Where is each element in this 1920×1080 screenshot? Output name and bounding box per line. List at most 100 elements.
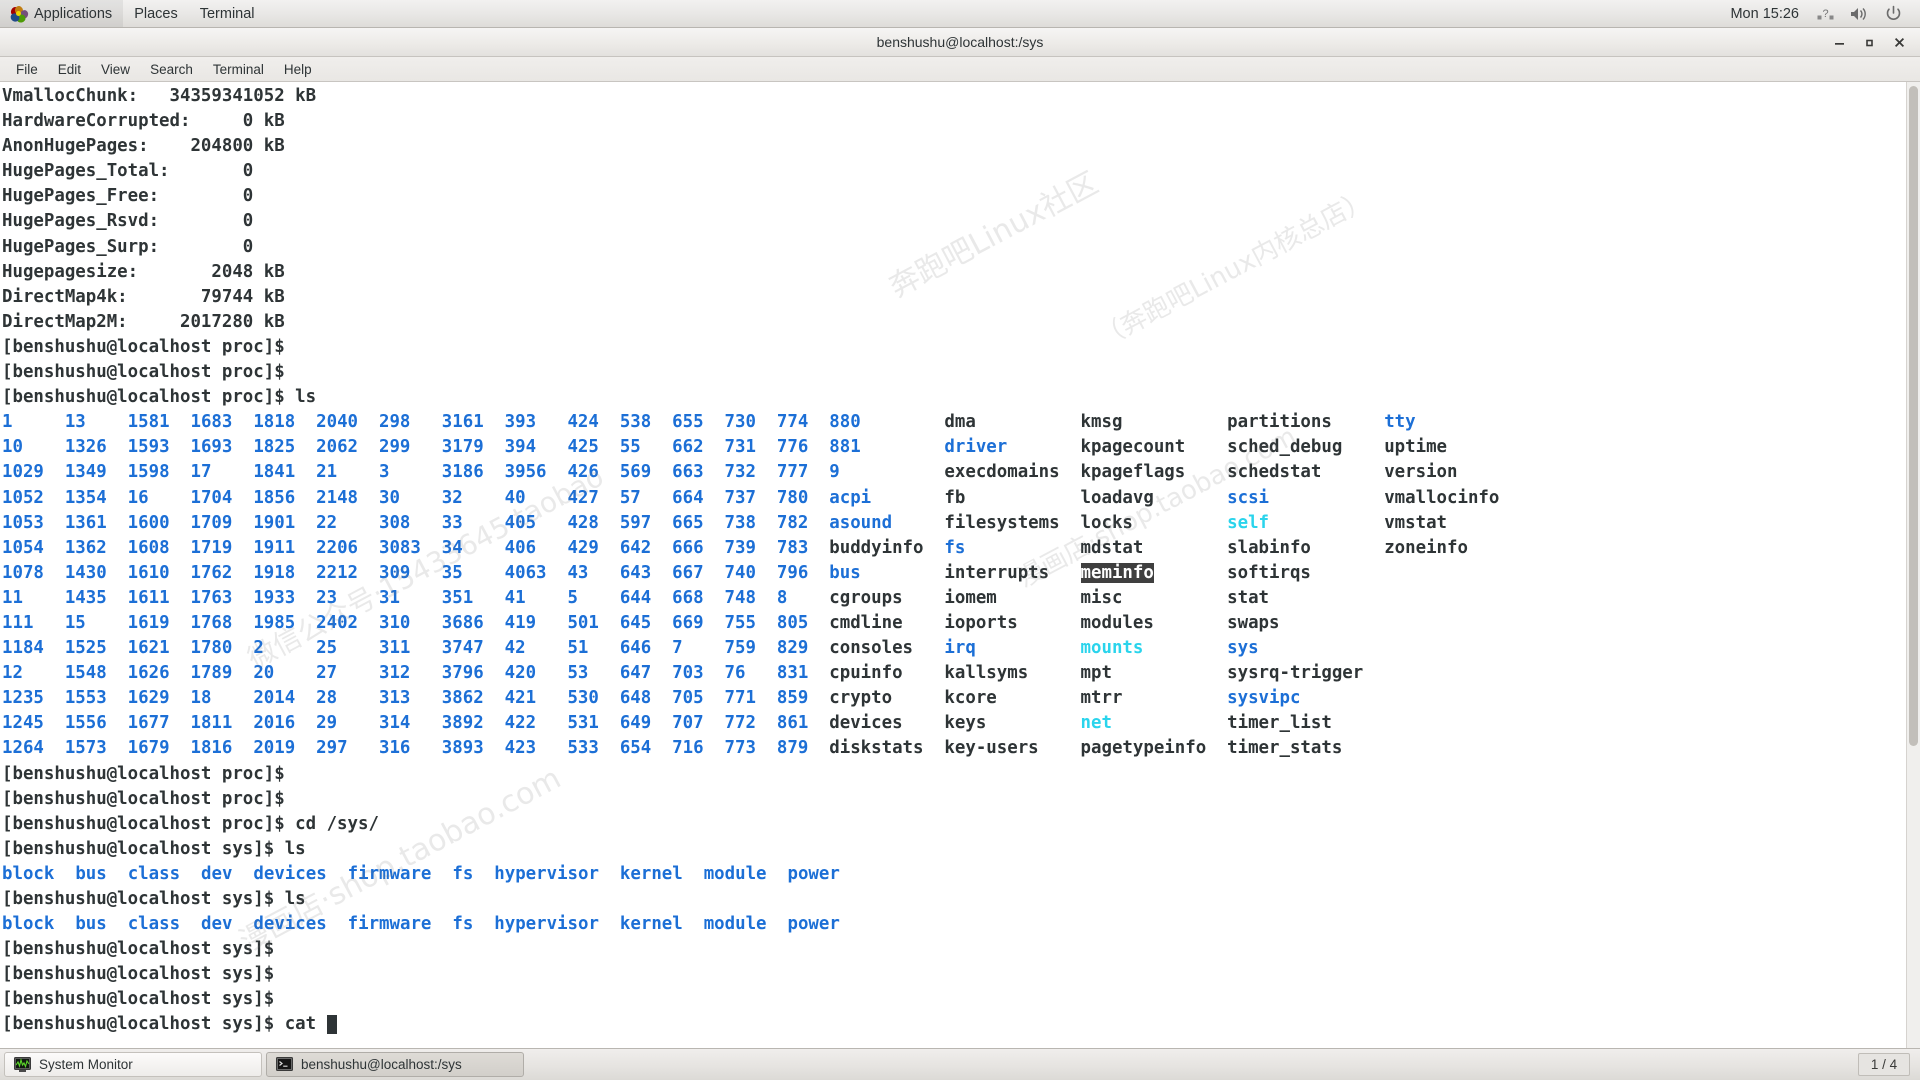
ls-entry: 422 <box>504 713 568 734</box>
ls-entry: 3 <box>378 462 442 483</box>
terminal-line: 1054 1362 1608 1719 1911 2206 3083 34 40… <box>2 536 1906 561</box>
ls-entry: 1816 <box>190 738 254 759</box>
ls-entry: 654 <box>619 738 673 759</box>
ls-entry: 1029 <box>2 462 65 483</box>
ls-entry: 1053 <box>2 512 65 533</box>
terminal-line: AnonHugePages: 204800 kB <box>2 136 285 157</box>
terminal-line: HardwareCorrupted: 0 kB <box>2 111 285 132</box>
ls-entry: 1856 <box>253 487 317 508</box>
ls-entry: 2016 <box>253 713 317 734</box>
menu-search[interactable]: Search <box>140 60 203 79</box>
ls-entry: 18 <box>190 688 254 709</box>
ls-entry: 316 <box>378 738 442 759</box>
minimize-button[interactable] <box>1824 30 1854 56</box>
ls-entry: timer_stats <box>1227 738 1385 759</box>
menu-help[interactable]: Help <box>274 60 322 79</box>
terminal-line: [benshushu@localhost proc]$ <box>2 336 285 357</box>
ls-entry: buddyinfo <box>829 537 945 558</box>
window-titlebar[interactable]: benshushu@localhost:/sys <box>0 28 1920 57</box>
window-title: benshushu@localhost:/sys <box>876 33 1044 50</box>
task-button-system-monitor[interactable]: System Monitor <box>4 1052 262 1077</box>
task-label: System Monitor <box>39 1057 133 1072</box>
clock[interactable]: Mon 15:26 <box>1720 6 1809 22</box>
ls-entry: sysrq-trigger <box>1227 663 1385 684</box>
ls-entry: devices <box>253 914 327 935</box>
ls-entry: 881 <box>829 437 945 458</box>
ls-entry: 1361 <box>64 512 128 533</box>
ls-entry: swaps <box>1227 612 1385 633</box>
ls-entry: 1326 <box>64 437 128 458</box>
ls-entry: 1600 <box>127 512 191 533</box>
ls-entry: 731 <box>724 437 777 458</box>
terminal-line: HugePages_Rsvd: 0 <box>2 211 254 232</box>
ls-entry: 703 <box>672 663 725 684</box>
ls-entry: 17 <box>190 462 254 483</box>
menu-terminal-menu[interactable]: Terminal <box>203 60 274 79</box>
ls-entry: class <box>127 863 181 884</box>
gnome-foot-icon <box>9 4 30 23</box>
keyboard-indicator-icon[interactable]: ? <box>1809 0 1842 27</box>
ls-entry: 1362 <box>64 537 128 558</box>
ls-entry: module <box>703 914 767 935</box>
terminal-line: 1078 1430 1610 1762 1918 2212 309 35 406… <box>2 561 1906 586</box>
ls-entry: 1918 <box>253 562 317 583</box>
menu-view[interactable]: View <box>91 60 140 79</box>
ls-entry: 27 <box>316 663 379 684</box>
ls-entry: 1763 <box>190 587 254 608</box>
ls-entry: 2148 <box>316 487 379 508</box>
terminal-line: [benshushu@localhost proc]$ <box>2 763 285 784</box>
menu-edit[interactable]: Edit <box>48 60 91 79</box>
menu-places[interactable]: Places <box>123 0 189 27</box>
ls-entry: 3862 <box>441 688 505 709</box>
panel-menus: Applications Places Terminal <box>0 0 266 27</box>
ls-entry: dev <box>201 863 233 884</box>
scrollbar-thumb[interactable] <box>1909 86 1918 746</box>
close-button[interactable] <box>1884 30 1914 56</box>
terminal-scrollbar[interactable] <box>1906 82 1920 1048</box>
ls-entry: diskstats <box>829 738 945 759</box>
ls-entry: 1901 <box>253 512 317 533</box>
terminal-line: VmallocChunk: 34359341052 kB <box>2 86 317 106</box>
ls-entry: mtrr <box>1080 688 1228 709</box>
ls-entry-highlighted[interactable]: meminfo <box>1080 562 1154 583</box>
ls-entry: 3796 <box>441 663 505 684</box>
ls-entry: 4063 <box>504 562 568 583</box>
menu-terminal[interactable]: Terminal <box>189 0 266 27</box>
menu-file[interactable]: File <box>6 60 48 79</box>
ls-entry: 53 <box>567 663 620 684</box>
ls-entry: self <box>1227 512 1385 533</box>
ls-entry: fb <box>944 487 1081 508</box>
ls-entry: 732 <box>724 462 777 483</box>
svg-text:?: ? <box>1822 8 1828 20</box>
ls-entry: 1619 <box>127 612 191 633</box>
ls-entry: 2402 <box>316 612 379 633</box>
ls-entry: cmdline <box>829 612 945 633</box>
ls-entry: sysvipc <box>1227 688 1385 709</box>
ls-entry: hypervisor <box>494 863 599 884</box>
maximize-button[interactable] <box>1854 30 1884 56</box>
ls-entry: 829 <box>776 638 830 659</box>
ls-entry: 2062 <box>316 437 379 458</box>
ls-entry: kmsg <box>1080 412 1228 433</box>
power-icon[interactable] <box>1877 0 1910 27</box>
menu-applications-label: Applications <box>34 5 113 22</box>
task-button-terminal[interactable]: benshushu@localhost:/sys <box>266 1052 524 1077</box>
terminal-line: [benshushu@localhost sys]$ ls <box>2 838 306 859</box>
ls-entry: net <box>1080 713 1228 734</box>
ls-entry: misc <box>1080 587 1228 608</box>
volume-icon[interactable] <box>1842 0 1877 27</box>
terminal-line: 1264 1573 1679 1816 2019 297 316 3893 42… <box>2 736 1906 761</box>
ls-entry: 351 <box>441 587 505 608</box>
ls-entry: 1719 <box>190 537 254 558</box>
ls-entry: 1911 <box>253 537 317 558</box>
workspace-switcher[interactable]: 1 / 4 <box>1858 1053 1910 1076</box>
ls-entry: 3956 <box>504 462 568 483</box>
menu-applications[interactable]: Applications <box>0 0 124 27</box>
bottom-taskbar: System Monitor benshushu@localhost:/sys … <box>0 1048 1920 1080</box>
terminal-line: 111 15 1619 1768 1985 2402 310 3686 419 … <box>2 611 1906 636</box>
ls-entry: 393 <box>504 412 568 433</box>
terminal-line: 1 13 1581 1683 1818 2040 298 3161 393 42… <box>2 410 1906 435</box>
terminal-screen[interactable]: VmallocChunk: 34359341052 kB HardwareCorr… <box>0 82 1906 1048</box>
ls-entry: schedstat <box>1227 462 1385 483</box>
ls-entry: 426 <box>567 462 620 483</box>
